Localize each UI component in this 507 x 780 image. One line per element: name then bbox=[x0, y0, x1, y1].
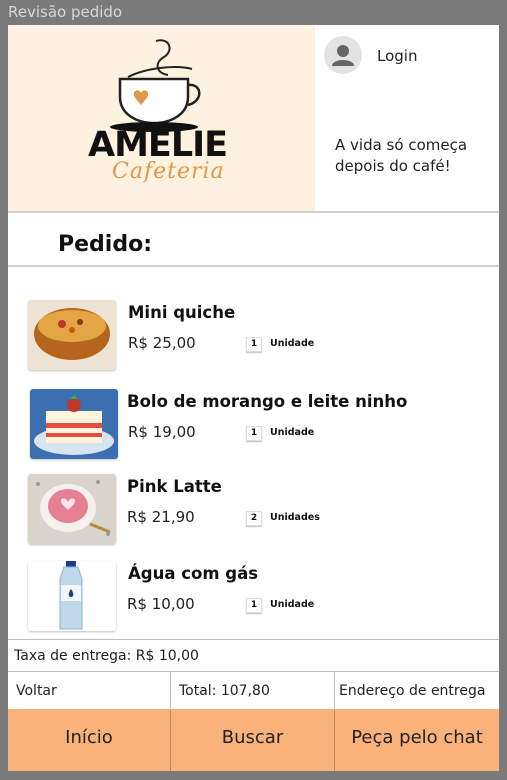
window-title: Revisão pedido bbox=[8, 3, 123, 21]
item-price: R$ 10,00 bbox=[127, 595, 195, 613]
item-name: Pink Latte bbox=[127, 477, 222, 496]
user-avatar-icon[interactable] bbox=[324, 36, 362, 74]
quantity-box[interactable]: 2 bbox=[246, 511, 262, 526]
item-name: Mini quiche bbox=[128, 303, 236, 322]
login-link[interactable]: Login bbox=[377, 47, 417, 65]
quantity-box[interactable]: 1 bbox=[246, 337, 262, 352]
sparkling-water-image bbox=[28, 561, 116, 631]
delivery-fee-row: Taxa de entrega: R$ 10,00 bbox=[8, 639, 499, 672]
coffee-cup-heart-icon bbox=[110, 39, 201, 132]
quantity-unit: Unidades bbox=[270, 512, 320, 523]
bottom-nav: Início Buscar Peça pelo chat bbox=[8, 709, 499, 771]
nav-search-button[interactable]: Buscar bbox=[171, 709, 335, 771]
nav-home-button[interactable]: Início bbox=[8, 709, 171, 771]
quantity-unit: Unidade bbox=[270, 338, 315, 349]
order-item: Mini quiche R$ 25,00 1 Unidade bbox=[8, 300, 499, 384]
mini-quiche-image bbox=[28, 300, 116, 370]
nav-chat-button[interactable]: Peça pelo chat bbox=[335, 709, 499, 771]
tagline: A vida só começa depois do café! bbox=[335, 136, 468, 175]
divider bbox=[8, 211, 499, 213]
brand-subname: Cafeteria bbox=[112, 159, 225, 184]
order-total: Total: 107,80 bbox=[171, 672, 335, 708]
header: AMELIE Cafeteria Login A vida só começa … bbox=[8, 25, 499, 211]
divider bbox=[8, 265, 499, 267]
delivery-address-link[interactable]: Endereço de entrega bbox=[335, 672, 499, 708]
item-price: R$ 21,90 bbox=[127, 508, 195, 526]
item-name: Água com gás bbox=[128, 564, 259, 583]
quantity-unit: Unidade bbox=[270, 599, 315, 610]
pink-latte-image bbox=[28, 474, 116, 544]
item-price: R$ 19,00 bbox=[128, 423, 196, 441]
quantity-box[interactable]: 1 bbox=[246, 426, 262, 441]
order-item: Pink Latte R$ 21,90 2 Unidades bbox=[8, 474, 499, 558]
summary-row: Voltar Total: 107,80 Endereço de entrega bbox=[8, 671, 499, 710]
item-name: Bolo de morango e leite ninho bbox=[127, 392, 408, 411]
order-item: Água com gás R$ 10,00 1 Unidade bbox=[8, 561, 499, 645]
item-price: R$ 25,00 bbox=[128, 334, 196, 352]
login-panel: Login A vida só começa depois do café! bbox=[315, 25, 499, 211]
order-item: Bolo de morango e leite ninho R$ 19,00 1… bbox=[8, 389, 499, 473]
delivery-fee: Taxa de entrega: R$ 10,00 bbox=[14, 648, 199, 664]
strawberry-cake-image bbox=[30, 389, 118, 459]
app-window: AMELIE Cafeteria Login A vida só começa … bbox=[8, 25, 499, 771]
order-title: Pedido: bbox=[58, 232, 152, 257]
back-link[interactable]: Voltar bbox=[8, 672, 171, 708]
quantity-box[interactable]: 1 bbox=[246, 598, 262, 613]
logo-panel: AMELIE Cafeteria bbox=[8, 25, 315, 211]
quantity-unit: Unidade bbox=[270, 427, 315, 438]
